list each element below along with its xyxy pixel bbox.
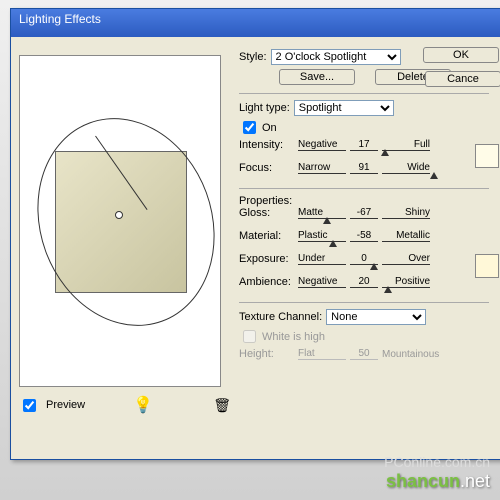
on-checkbox[interactable] [243,121,256,134]
light-type-label: Light type: [239,102,290,114]
exposure-slider[interactable] [297,265,442,273]
gloss-label: Gloss: [239,207,294,219]
material-slider[interactable] [297,242,442,250]
light-ellipse[interactable] [9,93,243,351]
gloss-slider[interactable] [297,219,442,227]
dialog-title: Lighting Effects [11,9,500,37]
ok-button[interactable]: OK [423,47,499,63]
height-label: Height: [239,348,294,360]
preview-label: Preview [46,399,85,411]
intensity-slider[interactable] [297,151,442,159]
light-color-swatch[interactable] [475,144,499,168]
light-type-select[interactable]: Spotlight [294,100,394,116]
properties-label: Properties: [239,195,489,207]
texture-channel-label: Texture Channel: [239,311,322,323]
on-label: On [262,122,277,134]
light-center-handle[interactable] [115,211,123,219]
trash-icon[interactable]: 🗑 [213,397,231,414]
preview-pane[interactable] [19,55,221,387]
focus-label: Focus: [239,162,294,174]
exposure-label: Exposure: [239,253,294,265]
intensity-label: Intensity: [239,139,294,151]
cancel-button[interactable]: Cance [425,71,500,87]
save-button[interactable]: Save... [279,69,355,85]
watermark-pconline: PConline.com.cn [384,454,490,470]
watermark-shancun: shancun.net [386,471,490,492]
lightbulb-icon[interactable]: 💡 [133,395,153,415]
ambience-slider[interactable] [297,288,442,296]
ambience-label: Ambience: [239,276,294,288]
style-label: Style: [239,51,267,63]
preview-checkbox[interactable] [23,399,36,412]
white-high-label: White is high [262,331,325,343]
style-select[interactable]: 2 O'clock Spotlight [271,49,401,65]
texture-channel-select[interactable]: None [326,309,426,325]
material-label: Material: [239,230,294,242]
lighting-effects-dialog: Lighting Effects Preview 💡 🗑 Style: 2 O'… [10,8,500,460]
white-high-checkbox [243,330,256,343]
focus-slider[interactable] [297,174,442,182]
ambience-color-swatch[interactable] [475,254,499,278]
